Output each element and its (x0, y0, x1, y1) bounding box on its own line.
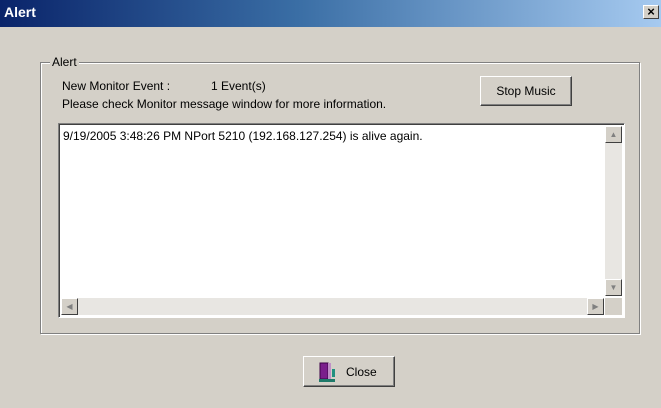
message-textarea[interactable]: 9/19/2005 3:48:26 PM NPort 5210 (192.168… (58, 123, 625, 318)
close-button[interactable]: Close (303, 356, 395, 387)
scrollbar-corner (605, 298, 622, 315)
alert-window: Alert × Alert New Monitor Event : 1 Even… (0, 0, 661, 408)
window-title: Alert (4, 4, 36, 20)
scroll-up-button[interactable]: ▲ (605, 126, 622, 143)
group-label: Alert (50, 55, 79, 69)
close-button-label: Close (346, 365, 377, 379)
stop-music-button[interactable]: Stop Music (480, 76, 572, 106)
window-close-button[interactable]: × (643, 5, 659, 19)
horizontal-scrollbar[interactable]: ◀ ▶ (61, 298, 604, 315)
scroll-down-button[interactable]: ▼ (605, 279, 622, 296)
event-count: 1 Event(s) (211, 79, 266, 93)
title-bar[interactable]: Alert × (0, 0, 661, 27)
scroll-right-button[interactable]: ▶ (587, 298, 604, 315)
door-exit-icon (319, 362, 335, 382)
event-label: New Monitor Event : (62, 79, 171, 93)
scroll-left-button[interactable]: ◀ (61, 298, 78, 315)
event-info-text: Please check Monitor message window for … (62, 97, 387, 111)
message-line: 9/19/2005 3:48:26 PM NPort 5210 (192.168… (63, 129, 423, 143)
vertical-scrollbar[interactable]: ▲ ▼ (605, 126, 622, 296)
